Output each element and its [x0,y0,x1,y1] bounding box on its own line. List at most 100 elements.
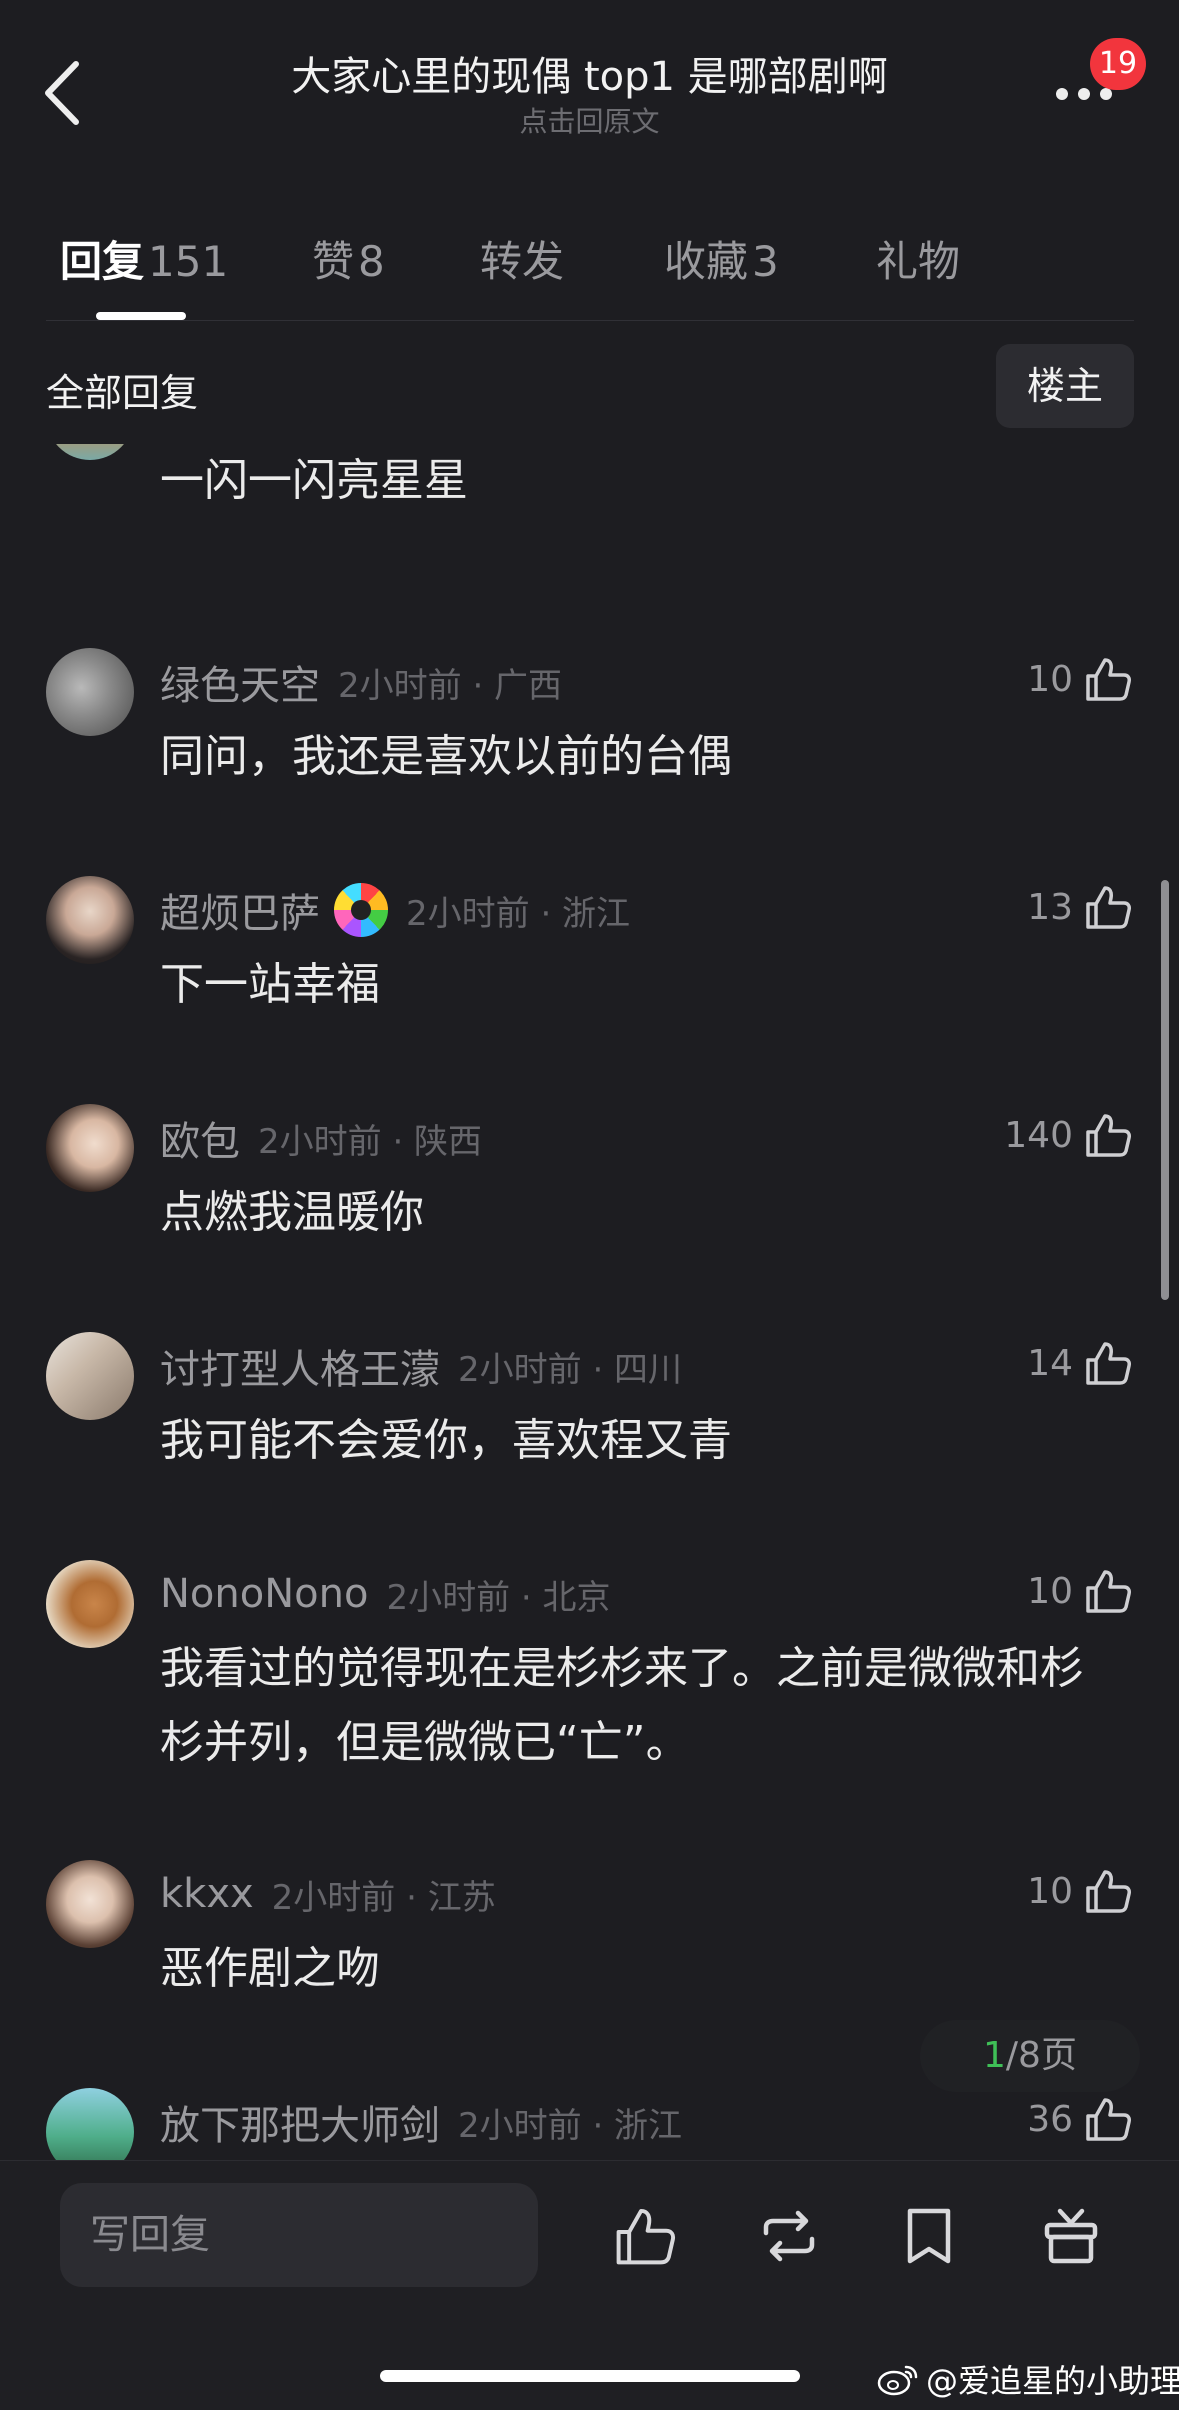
thumbs-up-icon [1086,1114,1131,1157]
page-total: /8页 [1005,2035,1077,2076]
thumbs-up-icon [1086,886,1131,929]
bookmark-button[interactable] [896,2203,962,2269]
avatar[interactable] [46,1332,134,1420]
tab-count: 3 [752,237,779,286]
avatar[interactable] [46,1104,134,1192]
avatar[interactable] [46,444,134,460]
tab-label: 收藏 [664,237,749,286]
thumbs-up-icon [616,2208,676,2265]
tab-count: 8 [358,237,385,286]
avatar[interactable] [46,2088,134,2160]
timestamp-location: 2小时前 · 陕西 [258,1121,483,1162]
tab-label: 回复 [60,237,145,286]
username[interactable]: 欧包 [160,1109,240,1167]
reply-input[interactable] [60,2183,538,2287]
all-replies-heading: 全部回复 [46,371,199,415]
like-group[interactable]: 10 [1027,1866,1133,1916]
like-button[interactable] [612,2203,678,2269]
comment-text[interactable]: 一闪一闪亮星星 [160,444,1120,518]
top-nav-bar: 大家心里的现偶 top1 是哪部剧啊 点击回原文 19 [0,0,1179,190]
timestamp-location: 2小时前 · 浙江 [406,893,631,934]
comment-text[interactable]: 点燃我温暖你 [160,1176,1120,1250]
like-count: 36 [1027,2098,1073,2140]
thumbs-up-icon [1086,2098,1131,2141]
like-group[interactable]: 10 [1027,654,1133,704]
tab-favorites[interactable]: 收藏3 [664,228,779,289]
tab-bar: 回复151 赞8 转发 收藏3 礼物 [0,210,1179,320]
bookmark-icon [907,2208,951,2264]
comment-meta: NonoNono 2小时前 · 北京 [160,1564,611,1624]
like-count: 10 [1027,658,1073,700]
comment-meta: kkxx 2小时前 · 江苏 [160,1864,496,1924]
comment-text[interactable]: 我看过的觉得现在是杉杉来了。之前是微微和杉杉并列，但是微微已“亡”。 [160,1632,1120,1780]
username[interactable]: 讨打型人格王濛 [160,1337,440,1395]
tab-label: 礼物 [876,237,961,286]
comment-text[interactable]: 下一站幸福 [160,948,1120,1022]
like-group[interactable]: 36 [1027,2094,1133,2144]
username[interactable]: 绿色天空 [160,653,320,711]
watermark: @爱追星的小助理 [876,2356,1179,2402]
thumbs-up-icon [1086,658,1131,701]
notification-badge: 19 [1090,38,1146,90]
username[interactable]: NonoNono [160,1571,368,1617]
scrollbar[interactable] [1161,880,1169,1300]
page-indicator[interactable]: 1/8页 [920,2020,1140,2092]
tab-likes[interactable]: 赞8 [312,228,385,289]
like-count: 10 [1027,1570,1073,1612]
thumbs-up-icon [1086,1870,1131,1913]
tab-replies[interactable]: 回复151 [60,228,228,289]
tab-count: 151 [148,237,229,286]
tab-reposts[interactable]: 转发 [480,228,564,289]
comment-text[interactable]: 同问，我还是喜欢以前的台偶 [160,720,1120,794]
username[interactable]: 放下那把大师剑 [160,2093,440,2151]
tab-label: 赞 [312,237,355,286]
avatar[interactable] [46,876,134,964]
active-tab-indicator [96,312,186,320]
tab-gifts[interactable]: 礼物 [876,228,960,289]
username[interactable]: kkxx [160,1871,254,1917]
timestamp-location: 2小时前 · 广西 [338,665,563,706]
comment-meta: 超烦巴萨 2小时前 · 浙江 [160,880,630,940]
gift-icon [1044,2208,1098,2264]
like-count: 10 [1027,1870,1073,1912]
chevron-left-icon [45,61,79,125]
comment-text[interactable]: 我可能不会爱你，喜欢程又青 [160,1404,1120,1478]
comment-meta: 欧包 2小时前 · 陕西 [160,1108,482,1168]
gift-button[interactable] [1038,2203,1104,2269]
like-count: 14 [1027,1342,1073,1384]
comment-list[interactable]: 一闪一闪亮星星 绿色天空 2小时前 · 广西 10 同问，我还是喜欢以前的台偶 … [0,444,1179,2160]
like-count: 140 [1004,1114,1073,1156]
op-only-filter-button[interactable]: 楼主 [996,344,1134,428]
comment-meta: 绿色天空 2小时前 · 广西 [160,652,562,712]
watermark-text: @爱追星的小助理 [926,2362,1179,2400]
timestamp-location: 2小时前 · 江苏 [271,1877,496,1918]
fan-badge-icon[interactable] [334,883,388,937]
avatar[interactable] [46,648,134,736]
like-count: 13 [1027,886,1073,928]
weibo-logo-icon [877,2365,918,2396]
like-group[interactable]: 14 [1027,1338,1133,1388]
timestamp-location: 2小时前 · 北京 [386,1577,611,1618]
timestamp-location: 2小时前 · 四川 [458,1349,683,1390]
home-indicator[interactable] [380,2370,800,2382]
comment-text[interactable]: 恶作剧之吻 [160,1932,1120,2006]
post-title[interactable]: 大家心里的现偶 top1 是哪部剧啊 [200,44,979,102]
thumbs-up-icon [1086,1342,1131,1385]
back-to-original-link[interactable]: 点击回原文 [200,100,979,140]
repost-button[interactable] [756,2203,822,2269]
like-group[interactable]: 10 [1027,1566,1133,1616]
page-current: 1 [983,2035,1006,2076]
comment-meta: 放下那把大师剑 2小时前 · 浙江 [160,2092,682,2152]
username[interactable]: 超烦巴萨 [160,881,320,939]
thumbs-up-icon [1086,1570,1131,1613]
divider [46,320,1134,321]
repost-icon [763,2210,815,2262]
like-group[interactable]: 140 [1004,1110,1133,1160]
avatar[interactable] [46,1860,134,1948]
like-group[interactable]: 13 [1027,882,1133,932]
avatar[interactable] [46,1560,134,1648]
timestamp-location: 2小时前 · 浙江 [458,2105,683,2146]
tab-label: 转发 [480,237,565,286]
back-button[interactable] [40,58,90,128]
comment-meta: 讨打型人格王濛 2小时前 · 四川 [160,1336,682,1396]
